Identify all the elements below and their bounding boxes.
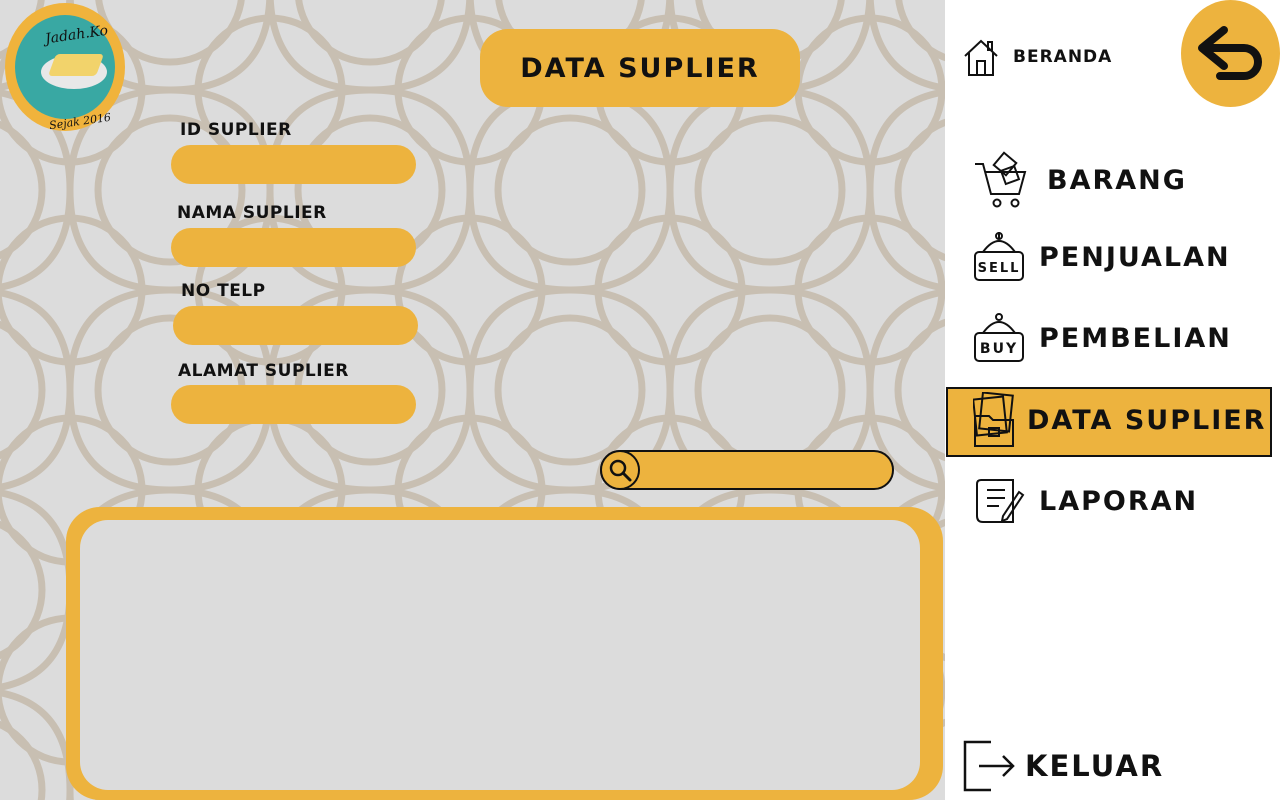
alamat-suplier-label: ALAMAT SUPLIER xyxy=(178,361,349,381)
alamat-suplier-field[interactable] xyxy=(171,385,416,424)
sidebar: BERANDA BARANG SELL PENJUALAN BUY PEMBEL… xyxy=(945,0,1280,800)
page-title: DATA SUPLIER xyxy=(480,29,800,107)
cart-icon xyxy=(973,150,1029,210)
nama-suplier-label: NAMA SUPLIER xyxy=(177,203,327,223)
home-icon xyxy=(961,36,1001,78)
search-button[interactable] xyxy=(600,450,640,490)
nav-barang-label: BARANG xyxy=(1047,164,1187,196)
no-telp-label: NO TELP xyxy=(181,281,266,301)
nav-barang[interactable]: BARANG xyxy=(973,150,1187,210)
search-bar xyxy=(600,450,894,490)
id-suplier-field[interactable] xyxy=(171,145,416,184)
buy-tag-icon: BUY xyxy=(973,311,1025,365)
main-panel: Jadah.Ko Sejak 2016 DATA SUPLIER ID SUPL… xyxy=(0,0,945,800)
logo-name: Jadah.Ko xyxy=(44,22,110,48)
data-table-frame xyxy=(66,507,943,800)
svg-text:BUY: BUY xyxy=(980,341,1018,357)
nav-beranda-label: BERANDA xyxy=(1013,47,1113,67)
nav-keluar[interactable]: KELUAR xyxy=(961,738,1164,794)
svg-text:SELL: SELL xyxy=(978,261,1021,276)
nav-laporan-label: LAPORAN xyxy=(1039,485,1199,517)
back-arrow-icon xyxy=(1197,25,1262,80)
nav-data-suplier-label: DATA SUPLIER xyxy=(1027,404,1267,436)
nama-suplier-field[interactable] xyxy=(171,228,416,267)
search-icon xyxy=(609,459,632,482)
nav-penjualan-label: PENJUALAN xyxy=(1039,241,1231,273)
report-icon xyxy=(973,476,1025,526)
nav-laporan[interactable]: LAPORAN xyxy=(973,476,1198,526)
back-button[interactable] xyxy=(1181,0,1280,107)
nav-pembelian-label: PEMBELIAN xyxy=(1039,322,1232,354)
nav-beranda[interactable]: BERANDA xyxy=(961,36,1112,78)
nav-penjualan[interactable]: SELL PENJUALAN xyxy=(973,230,1231,284)
no-telp-field[interactable] xyxy=(173,306,418,345)
logout-icon xyxy=(961,738,1017,794)
sell-tag-icon: SELL xyxy=(973,230,1025,284)
id-suplier-label: ID SUPLIER xyxy=(180,120,292,140)
nav-data-suplier[interactable]: DATA SUPLIER xyxy=(973,392,1266,448)
search-input[interactable] xyxy=(646,454,890,488)
nav-pembelian[interactable]: BUY PEMBELIAN xyxy=(973,311,1232,365)
folder-icon xyxy=(973,392,1017,448)
app-logo: Jadah.Ko Sejak 2016 xyxy=(5,3,125,132)
data-table[interactable] xyxy=(80,520,920,790)
nav-keluar-label: KELUAR xyxy=(1025,749,1165,783)
